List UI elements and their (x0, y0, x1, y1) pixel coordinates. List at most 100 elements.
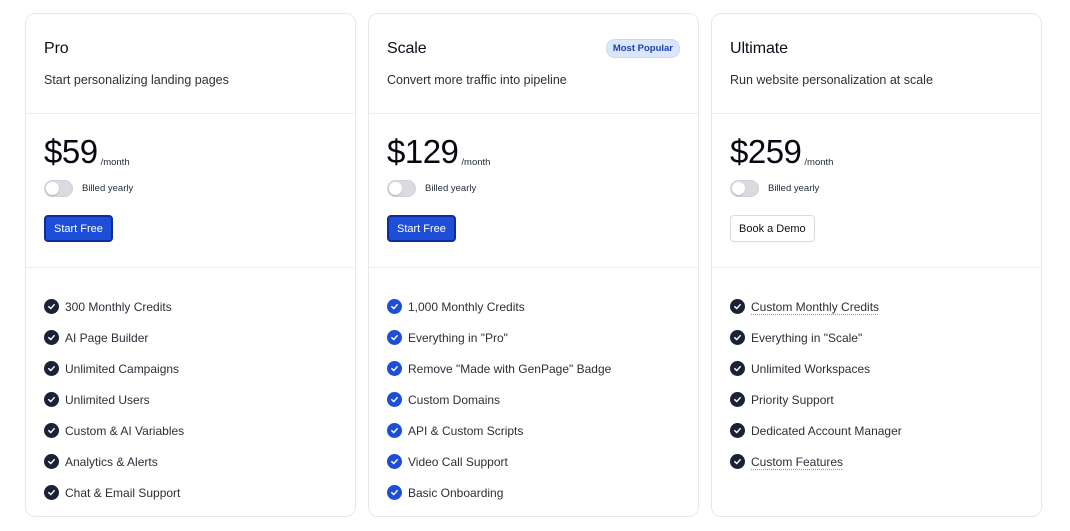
feature-item: Remove "Made with GenPage" Badge (387, 353, 611, 384)
check-icon (387, 454, 402, 469)
feature-item: Unlimited Users (44, 384, 184, 415)
plan-description: Run website personalization at scale (730, 73, 933, 87)
feature-text: Dedicated Account Manager (751, 423, 902, 438)
billed-yearly-toggle[interactable] (44, 180, 73, 197)
plan-name: Ultimate (730, 40, 788, 57)
feature-item: API & Custom Scripts (387, 415, 611, 446)
feature-text: Custom & AI Variables (65, 423, 185, 438)
feature-item: Custom Domains (387, 384, 611, 415)
feature-text: Everything in "Scale" (751, 330, 863, 345)
check-icon (730, 423, 745, 438)
feature-item: 300 Monthly Credits (44, 291, 184, 322)
check-icon (387, 485, 402, 500)
billed-yearly-label: Billed yearly (768, 183, 820, 194)
check-icon (730, 330, 745, 345)
plan-card-scale: Scale Most Popular Convert more traffic in… (368, 13, 699, 517)
plan-card-ultimate: Ultimate Run website personalization at s… (711, 13, 1042, 517)
feature-text: Chat & Email Support (65, 485, 181, 500)
check-icon (387, 330, 402, 345)
feature-item: Video Call Support (387, 446, 611, 477)
check-icon (44, 454, 59, 469)
feature-item: Chat & Email Support (44, 477, 184, 508)
billed-yearly-label: Billed yearly (425, 183, 477, 194)
check-icon (730, 454, 745, 469)
plan-card-pro: Pro Start personalizing landing pages $59/… (25, 13, 356, 517)
plan-price: $59 (44, 133, 98, 170)
check-icon (730, 361, 745, 376)
feature-text: 1,000 Monthly Credits (408, 299, 525, 314)
check-icon (44, 392, 59, 407)
feature-item: Everything in "Scale" (730, 322, 902, 353)
price-row: $59/month (44, 134, 130, 170)
price-period: /month (804, 157, 834, 168)
toggle-knob (732, 182, 745, 195)
feature-text: 300 Monthly Credits (65, 299, 172, 314)
plan-name: Scale (387, 40, 427, 57)
plan-header: Pro Start personalizing landing pages (26, 14, 355, 114)
price-period: /month (461, 157, 491, 168)
feature-item: Unlimited Campaigns (44, 353, 184, 384)
feature-text: AI Page Builder (65, 330, 149, 345)
feature-item: Unlimited Workspaces (730, 353, 902, 384)
feature-text[interactable]: Custom Monthly Credits (751, 300, 879, 314)
feature-item: Everything in "Pro" (387, 322, 611, 353)
feature-text: Custom Domains (408, 392, 501, 407)
check-icon (387, 299, 402, 314)
check-icon (730, 299, 745, 314)
feature-text: API & Custom Scripts (408, 423, 524, 438)
book-demo-button[interactable]: Book a Demo (730, 215, 815, 242)
most-popular-badge: Most Popular (605, 39, 680, 58)
feature-text: Basic Onboarding (408, 485, 504, 500)
plan-header: Ultimate Run website personalization at s… (712, 14, 1041, 114)
price-period: /month (100, 157, 130, 168)
plan-header: Scale Most Popular Convert more traffic in… (369, 14, 698, 114)
plan-pricing: $59/month Billed yearly Start Free (26, 114, 355, 268)
feature-list: 1,000 Monthly Credits Everything in "Pro"… (387, 291, 611, 508)
pricing-plans: Pro Start personalizing landing pages $59/… (0, 0, 1070, 531)
check-icon (44, 485, 59, 500)
feature-text: Remove "Made with GenPage" Badge (408, 361, 612, 376)
plan-description: Convert more traffic into pipeline (387, 73, 567, 87)
check-icon (44, 423, 59, 438)
plan-pricing: $129/month Billed yearly Start Free (369, 114, 698, 268)
plan-name: Pro (44, 40, 69, 57)
billed-yearly-label: Billed yearly (82, 183, 134, 194)
feature-list: 300 Monthly Credits AI Page Builder Unlimi… (44, 291, 184, 508)
feature-item: Custom & AI Variables (44, 415, 184, 446)
billed-yearly-toggle[interactable] (387, 180, 416, 197)
feature-item: Priority Support (730, 384, 902, 415)
feature-text: Analytics & Alerts (65, 454, 158, 469)
feature-item: AI Page Builder (44, 322, 184, 353)
plan-price: $129 (387, 133, 459, 170)
check-icon (387, 423, 402, 438)
start-free-button[interactable]: Start Free (387, 215, 456, 242)
feature-text: Everything in "Pro" (408, 330, 508, 345)
feature-text[interactable]: Custom Features (751, 455, 843, 469)
feature-text: Priority Support (751, 392, 834, 407)
check-icon (44, 361, 59, 376)
feature-item: Basic Onboarding (387, 477, 611, 508)
toggle-knob (46, 182, 59, 195)
start-free-button[interactable]: Start Free (44, 215, 113, 242)
feature-text: Unlimited Users (65, 392, 150, 407)
check-icon (730, 392, 745, 407)
price-row: $259/month (730, 134, 833, 170)
plan-price: $259 (730, 133, 802, 170)
feature-text: Video Call Support (408, 454, 508, 469)
check-icon (44, 330, 59, 345)
feature-item: 1,000 Monthly Credits (387, 291, 611, 322)
check-icon (387, 392, 402, 407)
plan-description: Start personalizing landing pages (44, 73, 229, 87)
toggle-knob (389, 182, 402, 195)
feature-text: Unlimited Campaigns (65, 361, 180, 376)
plan-pricing: $259/month Billed yearly Book a Demo (712, 114, 1041, 268)
feature-list: Custom Monthly Credits Everything in "Sca… (730, 291, 902, 477)
check-icon (44, 299, 59, 314)
feature-item: Custom Monthly Credits (730, 291, 902, 322)
price-row: $129/month (387, 134, 490, 170)
billed-yearly-toggle[interactable] (730, 180, 759, 197)
feature-item: Analytics & Alerts (44, 446, 184, 477)
feature-text: Unlimited Workspaces (751, 361, 871, 376)
feature-item: Custom Features (730, 446, 902, 477)
check-icon (387, 361, 402, 376)
